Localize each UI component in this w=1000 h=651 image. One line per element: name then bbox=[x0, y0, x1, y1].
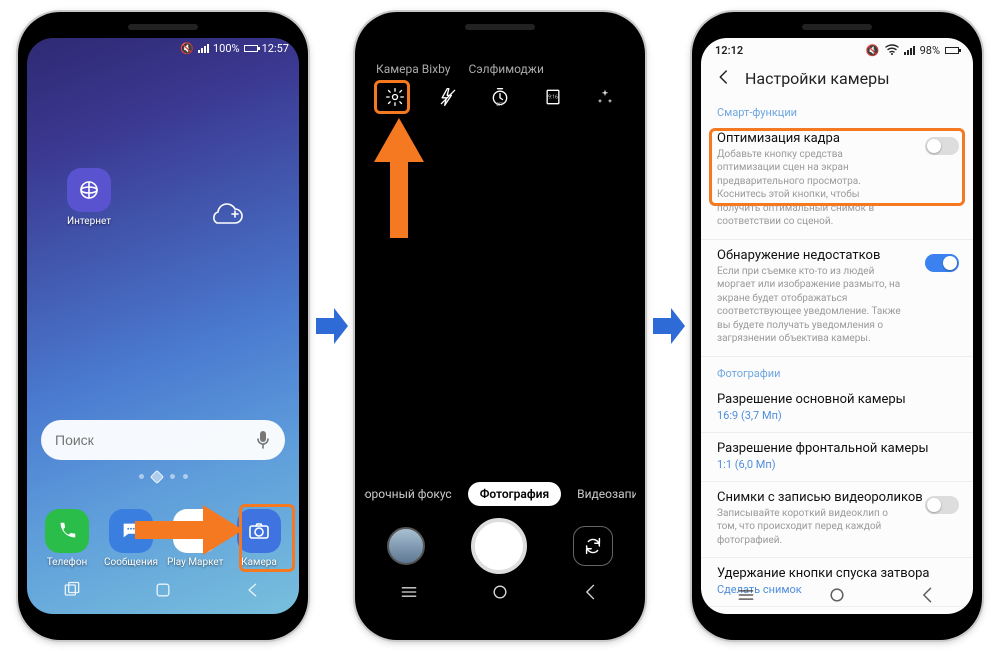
annotation-arrow-right bbox=[135, 505, 245, 559]
app-internet[interactable]: Интернет bbox=[61, 168, 117, 227]
row-title: Обнаружение недостатков bbox=[717, 248, 957, 263]
section-photos: Фотографии bbox=[701, 357, 973, 384]
android-navbar bbox=[701, 580, 973, 614]
signal-icon bbox=[198, 44, 209, 53]
camera-top-tabs: Камера Bixby Сэлфимоджи bbox=[364, 56, 636, 80]
section-smart: Смарт-функции bbox=[701, 96, 973, 123]
row-rear-resolution[interactable]: Разрешение основной камеры 16:9 (3,7 Мп) bbox=[701, 384, 973, 433]
recents-button[interactable] bbox=[736, 587, 756, 606]
app-label: Телефон bbox=[39, 557, 95, 568]
mode-video[interactable]: Видеозапись bbox=[577, 487, 636, 501]
camera-modes: ыборочный фокус Фотография Видеозапись bbox=[364, 482, 636, 506]
ratio-button[interactable]: 9:16 bbox=[540, 84, 566, 110]
row-desc: Записывайте короткий видеоклип о том, чт… bbox=[717, 507, 957, 548]
row-sub: 1:1 (6,0 Мп) bbox=[717, 458, 957, 471]
home-button[interactable] bbox=[827, 585, 847, 608]
clock: 12:12 bbox=[715, 44, 743, 57]
clock: 12:57 bbox=[262, 42, 289, 55]
annotation-arrow-up bbox=[374, 118, 424, 242]
phone-home: 🔇 100% 12:57 Интернет bbox=[18, 12, 308, 640]
row-sub: 16:9 (3,7 Мп) bbox=[717, 409, 957, 422]
svg-text:9:16: 9:16 bbox=[548, 94, 558, 100]
back-button[interactable] bbox=[244, 580, 264, 604]
row-front-resolution[interactable]: Разрешение фронтальной камеры 1:1 (6,0 М… bbox=[701, 433, 973, 482]
phone-icon bbox=[45, 509, 89, 553]
battery-pct: 98% bbox=[920, 44, 940, 57]
tab-aremoji[interactable]: Сэлфимоджи bbox=[468, 62, 543, 76]
battery-icon bbox=[244, 45, 258, 52]
android-navbar bbox=[27, 576, 299, 608]
row-motion-photo[interactable]: Снимки с записью видеороликов Записывайт… bbox=[701, 482, 973, 559]
phone-camera: Камера Bixby Сэлфимоджи OFF 9:16 bbox=[355, 12, 645, 640]
app-label: Интернет bbox=[61, 216, 117, 227]
back-button[interactable] bbox=[581, 582, 601, 606]
app-phone[interactable]: Телефон bbox=[39, 509, 95, 568]
back-button[interactable] bbox=[918, 585, 938, 608]
status-bar: 🔇 100% 12:57 bbox=[27, 38, 299, 58]
header: Настройки камеры bbox=[701, 58, 973, 96]
search-bar[interactable] bbox=[41, 420, 285, 460]
mic-icon[interactable] bbox=[255, 430, 271, 450]
page-title: Настройки камеры bbox=[745, 69, 890, 88]
battery-icon bbox=[945, 47, 959, 54]
shutter-button[interactable] bbox=[471, 518, 527, 574]
gallery-thumbnail[interactable] bbox=[387, 527, 425, 565]
mode-photo[interactable]: Фотография bbox=[468, 482, 561, 506]
home-button[interactable] bbox=[153, 580, 173, 604]
flash-button[interactable] bbox=[435, 84, 461, 110]
highlight-scene-optimizer bbox=[709, 128, 965, 206]
row-title: Снимки с записью видеороликов bbox=[717, 490, 957, 505]
timer-button[interactable]: OFF bbox=[487, 84, 513, 110]
phone-settings: 12:12 🔇 98% Настройки bbox=[692, 12, 982, 640]
recents-button[interactable] bbox=[399, 584, 419, 604]
row-flaw-detection[interactable]: Обнаружение недостатков Если при съемке … bbox=[701, 240, 973, 357]
step-arrow bbox=[651, 306, 687, 346]
mute-icon: 🔇 bbox=[180, 42, 194, 55]
toggle-motion-photo[interactable] bbox=[925, 496, 959, 514]
row-title: Разрешение основной камеры bbox=[717, 392, 957, 407]
step-arrow bbox=[314, 306, 350, 346]
android-navbar bbox=[364, 578, 636, 610]
page-indicator bbox=[27, 474, 299, 482]
highlight-settings-button bbox=[374, 80, 410, 114]
toggle-flaw-detection[interactable] bbox=[925, 254, 959, 272]
back-button[interactable] bbox=[715, 68, 733, 90]
signal-icon bbox=[904, 46, 915, 55]
mute-icon: 🔇 bbox=[866, 44, 880, 57]
widget-weather[interactable] bbox=[203, 194, 259, 238]
wifi-icon bbox=[885, 43, 899, 58]
globe-icon bbox=[67, 168, 111, 212]
effects-button[interactable] bbox=[592, 84, 618, 110]
row-desc: Если при съемке кто-то из людей моргает … bbox=[717, 265, 957, 346]
battery-pct: 100% bbox=[213, 42, 240, 55]
switch-camera-button[interactable] bbox=[573, 526, 613, 566]
status-bar: 12:12 🔇 98% bbox=[701, 38, 973, 58]
mode-selective[interactable]: ыборочный фокус bbox=[364, 487, 452, 501]
svg-text:OFF: OFF bbox=[496, 103, 504, 107]
highlight-camera-app bbox=[239, 504, 295, 572]
home-button[interactable] bbox=[490, 582, 510, 606]
row-title: Разрешение фронтальной камеры bbox=[717, 441, 957, 456]
cloud-plus-icon bbox=[203, 194, 247, 238]
search-input[interactable] bbox=[55, 432, 255, 448]
recents-button[interactable] bbox=[62, 580, 82, 604]
tab-bixby[interactable]: Камера Bixby bbox=[376, 62, 450, 76]
